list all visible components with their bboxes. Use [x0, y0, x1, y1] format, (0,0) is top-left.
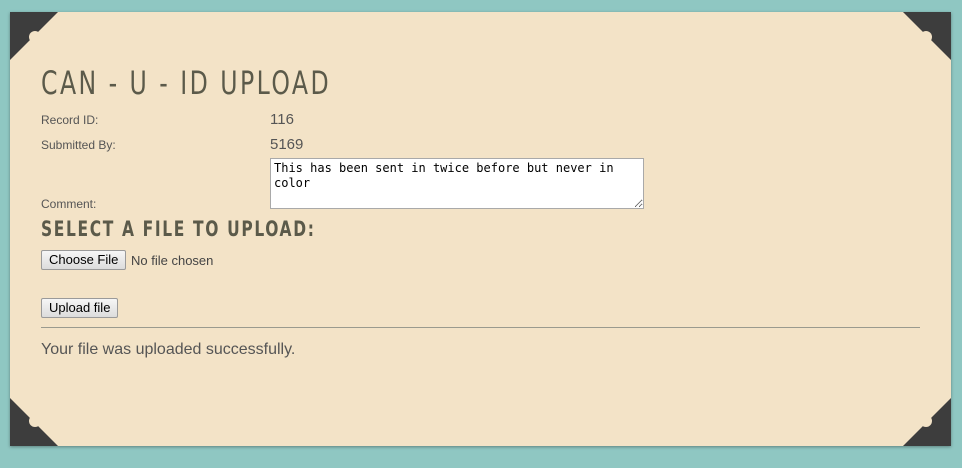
divider: [41, 327, 920, 328]
success-message: Your file was uploaded successfully.: [41, 341, 296, 358]
comment-label: Comment:: [41, 197, 97, 211]
page-title: CAN - U - ID UPLOAD: [41, 64, 332, 102]
record-id-label: Record ID:: [41, 113, 99, 127]
submitted-by-value: 5169: [270, 136, 304, 153]
comment-textarea[interactable]: This has been sent in twice before but n…: [270, 158, 644, 209]
record-id-value: 116: [270, 111, 294, 128]
photo-corner-top-right: [903, 12, 951, 60]
file-status-text: No file chosen: [131, 253, 214, 268]
upload-card: CAN - U - ID UPLOAD Record ID: 116 Submi…: [10, 12, 951, 446]
upload-heading: SELECT A FILE TO UPLOAD:: [41, 217, 316, 241]
submitted-by-label: Submitted By:: [41, 138, 116, 152]
photo-corner-bottom-left: [10, 398, 58, 446]
upload-file-button[interactable]: Upload file: [41, 298, 119, 318]
photo-corner-bottom-right: [903, 398, 951, 446]
photo-corner-top-left: [10, 12, 58, 60]
choose-file-button[interactable]: Choose File: [41, 250, 127, 270]
